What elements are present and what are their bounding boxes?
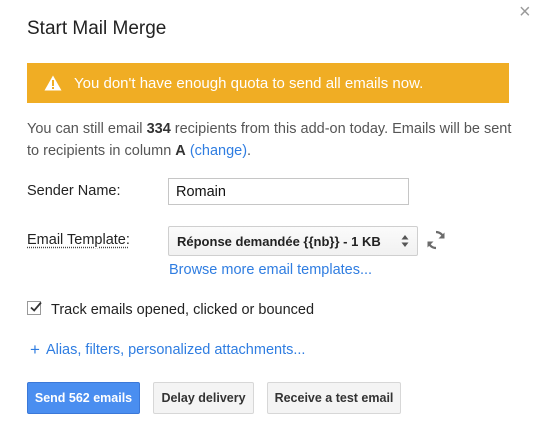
checkmark-icon	[30, 301, 42, 312]
selected-template: Réponse demandée {{nb}} - 1 KB	[177, 233, 381, 249]
quota-info-text: You can still email 334 recipients from …	[27, 118, 517, 162]
info-suffix: .	[247, 143, 252, 159]
sender-name-label: Sender Name:	[27, 183, 121, 199]
delay-delivery-button[interactable]: Delay delivery	[153, 382, 254, 414]
change-column-link[interactable]: (change)	[190, 143, 247, 159]
email-template-select[interactable]: Réponse demandée {{nb}} - 1 KB	[168, 226, 418, 256]
warning-icon	[44, 75, 62, 91]
advanced-options-link[interactable]: + Alias, filters, personalized attachmen…	[30, 340, 306, 359]
advanced-options-label: Alias, filters, personalized attachments…	[45, 342, 306, 358]
warning-text: You don't have enough quota to send all …	[74, 74, 424, 92]
test-email-button[interactable]: Receive a test email	[267, 382, 401, 414]
dialog-title: Start Mail Merge	[27, 18, 167, 39]
track-emails-label[interactable]: Track emails opened, clicked or bounced	[51, 302, 314, 318]
recipient-column: A	[175, 143, 186, 159]
quota-warning-banner: You don't have enough quota to send all …	[27, 63, 509, 103]
email-template-label: Email Template:	[27, 232, 130, 248]
sender-name-input[interactable]	[168, 178, 409, 205]
close-icon[interactable]: ×	[519, 2, 531, 22]
plus-icon: +	[30, 340, 40, 359]
select-arrows-icon	[401, 235, 409, 247]
browse-templates-link[interactable]: Browse more email templates...	[169, 262, 372, 278]
info-prefix: You can still email	[27, 121, 147, 137]
send-emails-button[interactable]: Send 562 emails	[27, 382, 140, 414]
refresh-icon[interactable]	[425, 229, 447, 251]
remaining-count: 334	[146, 121, 171, 137]
track-emails-checkbox[interactable]	[27, 301, 42, 315]
